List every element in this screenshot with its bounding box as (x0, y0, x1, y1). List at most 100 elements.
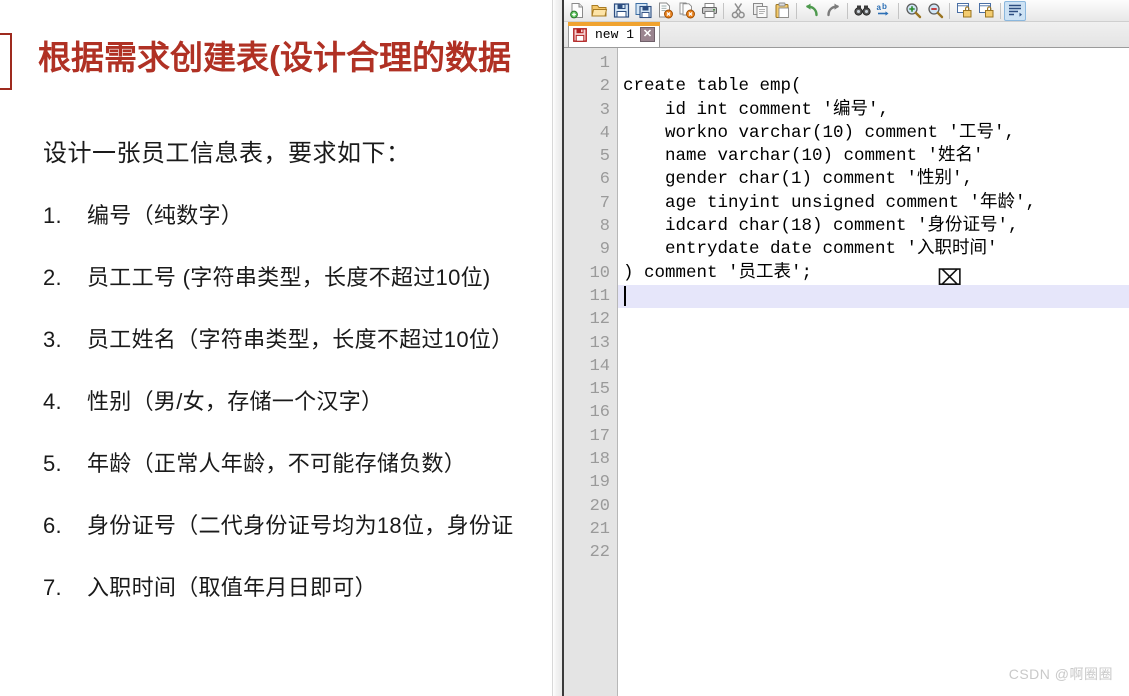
line-number: 7 (599, 193, 610, 213)
line-number: 19 (589, 473, 610, 493)
code-line: ) comment '员工表'; (623, 262, 813, 283)
editor-toolbar: a b (564, 0, 1129, 22)
slide-title-bracket-decoration (0, 33, 12, 90)
replace-icon[interactable]: a b (873, 1, 895, 21)
list-item: 3. 员工姓名（字符串类型，长度不超过10位） (43, 322, 552, 384)
slide-subtitle: 设计一张员工信息表，要求如下： (43, 140, 411, 167)
mouse-ibeam-cursor: ⌧ (937, 265, 963, 290)
list-item-number: 7. (43, 575, 62, 600)
list-item-number: 3. (43, 327, 62, 352)
zoom-out-icon[interactable] (924, 1, 946, 21)
line-number: 5 (599, 147, 610, 167)
list-item-number: 5. (43, 451, 62, 476)
code-line-current (618, 284, 1129, 309)
code-line: age tinyint unsigned comment '年龄', (623, 192, 1037, 213)
toolbar-separator (949, 2, 950, 19)
line-number-gutter: 1 2 3 4 5 6 7 8 9 10 11 12 13 14 15 16 1… (564, 48, 618, 696)
list-item-number: 4. (43, 389, 62, 414)
text-editor-window: a b new 1 ✕ 1 2 3 4 5 6 7 8 9 10 11 12 1… (564, 0, 1129, 696)
code-line: name varchar(10) comment '姓名' (623, 146, 984, 167)
app-root: 根据需求创建表(设计合理的数据 设计一张员工信息表，要求如下： 1. 编号（纯数… (0, 0, 1129, 696)
line-number: 8 (599, 217, 610, 237)
editor-tab-bar: new 1 ✕ (564, 22, 1129, 48)
line-number: 16 (589, 403, 610, 423)
text-caret (624, 286, 626, 306)
list-item: 4. 性别（男/女，存储一个汉字） (43, 384, 552, 446)
line-number: 4 (599, 123, 610, 143)
line-number: 20 (589, 496, 610, 516)
sync-horizontal-scroll-icon[interactable] (975, 1, 997, 21)
toolbar-separator (796, 2, 797, 19)
close-icon[interactable]: ✕ (640, 27, 656, 42)
save-all-icon[interactable] (632, 1, 654, 21)
word-wrap-icon[interactable] (1004, 0, 1026, 21)
list-item: 7. 入职时间（取值年月日即可） (43, 570, 552, 632)
close-file-icon[interactable] (654, 1, 676, 21)
list-item: 5. 年龄（正常人年龄，不可能存储负数） (43, 446, 552, 508)
list-item: 1. 编号（纯数字） (43, 198, 552, 260)
svg-text:b: b (882, 2, 887, 11)
unsaved-floppy-icon (573, 27, 589, 42)
line-number: 3 (599, 100, 610, 120)
print-icon[interactable] (698, 1, 720, 21)
toolbar-separator (1000, 2, 1001, 19)
paste-icon[interactable] (771, 1, 793, 21)
line-number: 22 (589, 543, 610, 563)
line-number: 17 (589, 426, 610, 446)
code-text-body[interactable]: create table emp( id int comment '编号', w… (618, 48, 1129, 696)
line-number: 1 (599, 54, 610, 73)
line-number: 15 (589, 380, 610, 400)
slide-vertical-scrollbar[interactable] (552, 0, 562, 696)
new-file-icon[interactable] (566, 1, 588, 21)
line-number: 21 (589, 519, 610, 539)
open-file-icon[interactable] (588, 1, 610, 21)
list-item-number: 1. (43, 203, 62, 228)
toolbar-separator (847, 2, 848, 19)
list-item-label: 身份证号（二代身份证号均为18位，身份证 (87, 513, 514, 538)
tab-new-1[interactable]: new 1 ✕ (568, 22, 661, 47)
save-icon[interactable] (610, 1, 632, 21)
line-number: 14 (589, 356, 610, 376)
list-item-number: 6. (43, 513, 62, 538)
undo-icon[interactable] (800, 1, 822, 21)
close-all-files-icon[interactable] (676, 1, 698, 21)
find-icon[interactable] (851, 1, 873, 21)
redo-icon[interactable] (822, 1, 844, 21)
list-item-label: 员工工号 (字符串类型，长度不超过10位) (87, 265, 491, 290)
svg-text:a: a (876, 3, 881, 12)
sync-vertical-scroll-icon[interactable] (953, 1, 975, 21)
cut-icon[interactable] (727, 1, 749, 21)
code-line: entrydate date comment '入职时间' (623, 239, 998, 260)
copy-icon[interactable] (749, 1, 771, 21)
zoom-in-icon[interactable] (902, 1, 924, 21)
line-number: 10 (589, 263, 610, 283)
code-editor-area[interactable]: 1 2 3 4 5 6 7 8 9 10 11 12 13 14 15 16 1… (564, 48, 1129, 696)
toolbar-separator (723, 2, 724, 19)
list-item: 2. 员工工号 (字符串类型，长度不超过10位) (43, 260, 552, 322)
code-line: workno varchar(10) comment '工号', (623, 122, 1016, 143)
list-item-label: 编号（纯数字） (87, 203, 244, 228)
line-number: 9 (599, 240, 610, 260)
list-item-label: 员工姓名（字符串类型，长度不超过10位） (87, 327, 514, 352)
list-item: 6. 身份证号（二代身份证号均为18位，身份证 (43, 508, 552, 570)
code-line: id int comment '编号', (623, 99, 890, 120)
watermark-label: CSDN @啊圈圈 (1008, 666, 1113, 682)
line-number: 12 (589, 310, 610, 330)
code-line: idcard char(18) comment '身份证号', (623, 216, 1019, 237)
line-number: 13 (589, 333, 610, 353)
code-line: gender char(1) comment '性别', (623, 169, 974, 190)
code-line: create table emp( (623, 76, 802, 97)
list-item-label: 性别（男/女，存储一个汉字） (87, 389, 384, 414)
list-item-label: 年龄（正常人年龄，不可能存储负数） (87, 451, 467, 476)
line-number: 11 (589, 286, 610, 306)
